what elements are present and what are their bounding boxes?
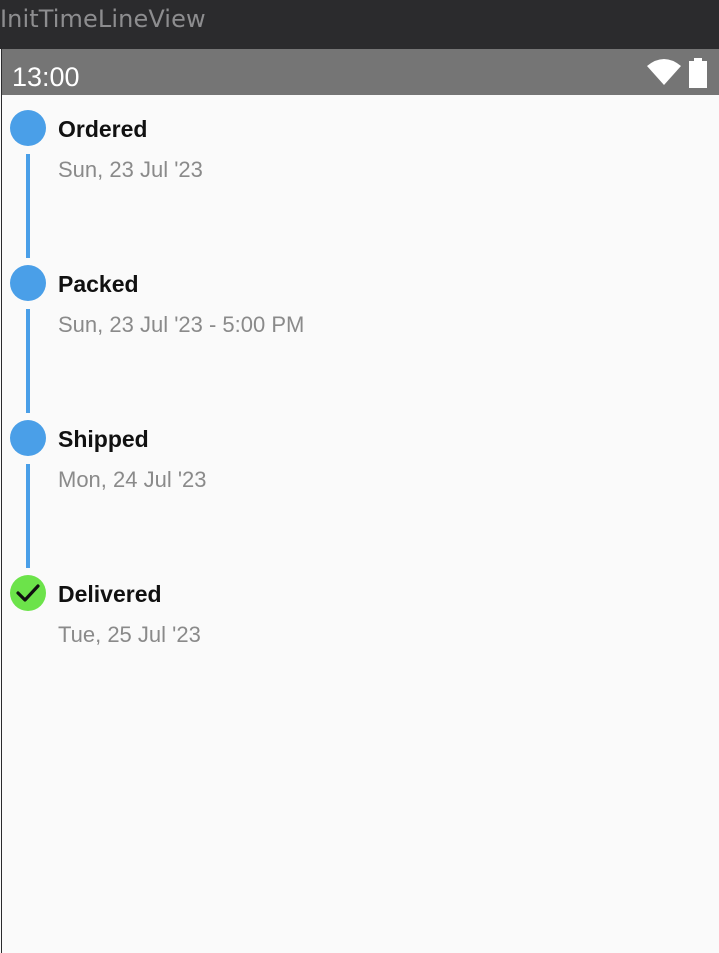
timeline-item-date: Sun, 23 Jul '23 [58, 157, 203, 182]
status-icons [646, 58, 708, 93]
timeline-item-date: Tue, 25 Jul '23 [58, 622, 201, 647]
timeline-dot [10, 420, 46, 456]
timeline-item-title: Delivered [58, 581, 162, 607]
timeline-item-title: Packed [58, 271, 139, 297]
timeline-dot [10, 265, 46, 301]
timeline-item-date: Sun, 23 Jul '23 - 5:00 PM [58, 312, 305, 337]
timeline-dot [10, 110, 46, 146]
window-titlebar[interactable]: InitTimeLineView [0, 0, 719, 49]
status-bar: 13:00 [2, 49, 719, 95]
timeline-item-title: Shipped [58, 426, 149, 452]
window-title: InitTimeLineView [0, 5, 206, 33]
wifi-icon [646, 58, 682, 91]
check-icon [16, 584, 40, 602]
device-screen: 13:00 Ordered Sun, 23 Jul '23 Packed Sun… [1, 49, 719, 953]
timeline-item-date: Mon, 24 Jul '23 [58, 467, 207, 492]
order-timeline: Ordered Sun, 23 Jul '23 Packed Sun, 23 J… [2, 95, 719, 953]
battery-icon [688, 58, 708, 93]
timeline-connector [26, 154, 30, 258]
app-window: InitTimeLineView 13:00 Ordered Sun, 23 J… [0, 0, 719, 953]
timeline-connector [26, 464, 30, 568]
status-time: 13:00 [12, 62, 80, 92]
timeline-dot-complete [10, 575, 46, 611]
timeline-item-title: Ordered [58, 116, 148, 142]
timeline-connector [26, 309, 30, 413]
